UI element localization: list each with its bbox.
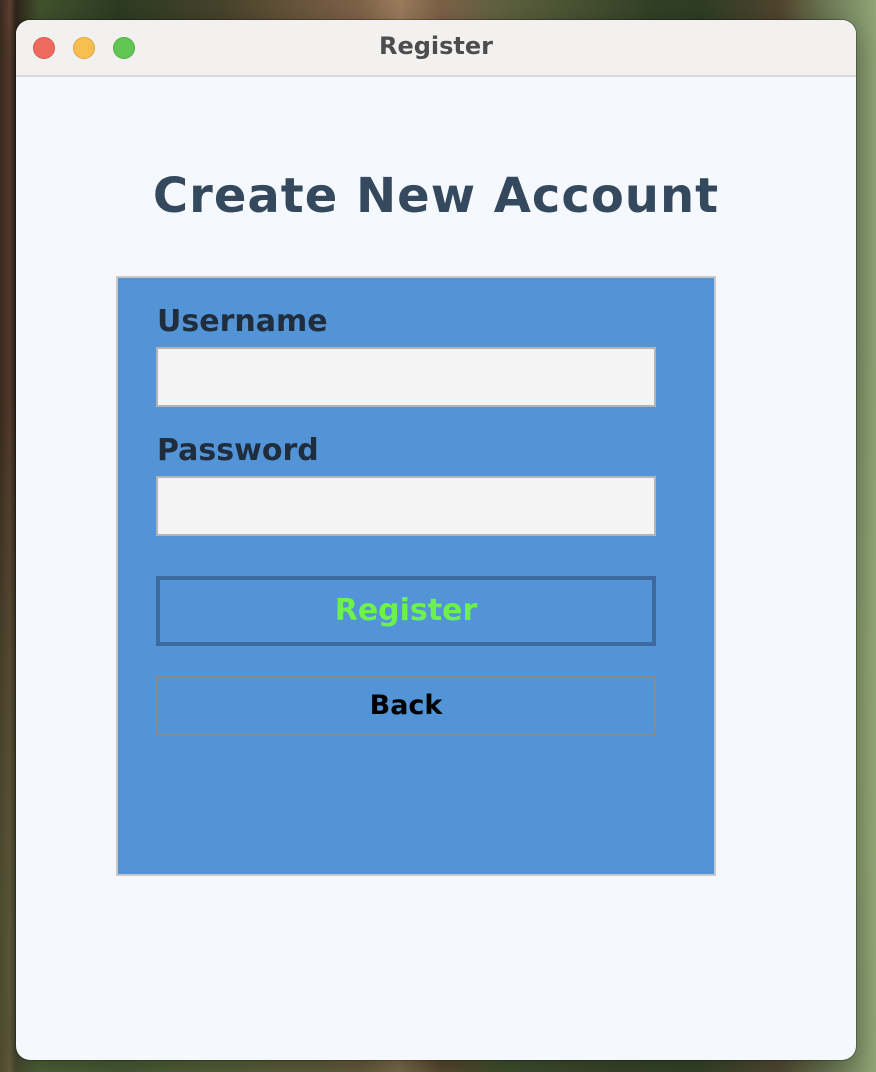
- page-title: Create New Account: [152, 168, 720, 224]
- register-button[interactable]: Register: [156, 576, 656, 646]
- username-label: Username: [157, 304, 328, 339]
- back-button[interactable]: Back: [156, 676, 656, 736]
- window-title: Register: [378, 32, 494, 60]
- register-window: Register Create New Account Username Pas…: [16, 20, 856, 1060]
- title-bar[interactable]: Register: [16, 20, 856, 77]
- register-form-panel: Username Password Register Back: [116, 276, 716, 876]
- password-label: Password: [157, 433, 319, 468]
- password-field[interactable]: [156, 476, 656, 536]
- username-field[interactable]: [156, 347, 656, 407]
